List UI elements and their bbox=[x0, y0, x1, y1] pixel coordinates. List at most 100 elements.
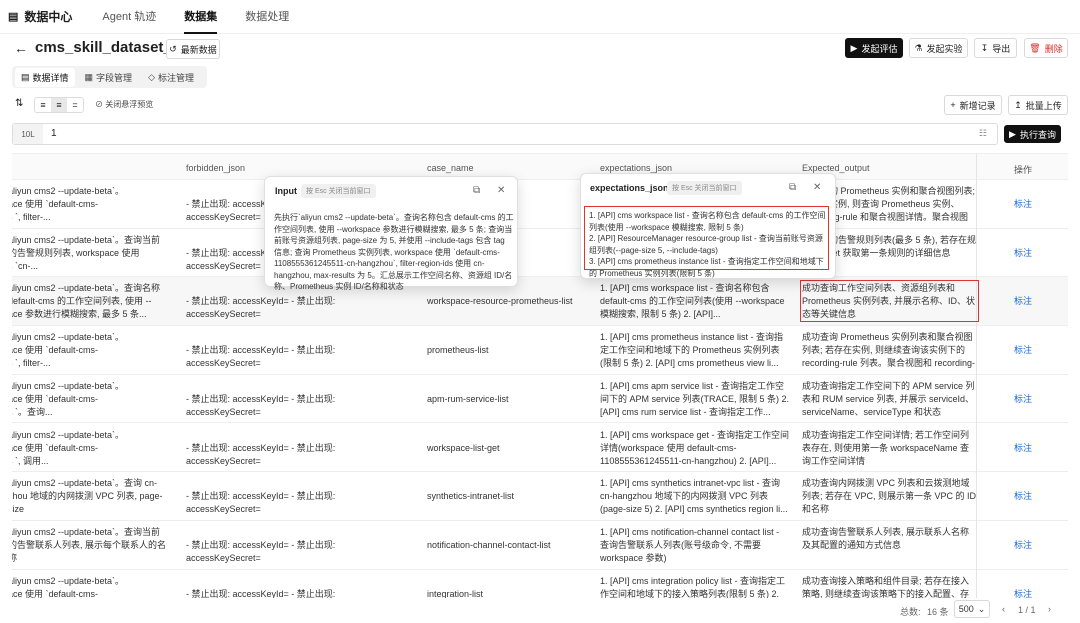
app-logo[interactable]: ▤ 数据中心 bbox=[8, 8, 72, 25]
col-forbidden[interactable]: forbidden_json bbox=[186, 163, 245, 173]
popup-body: 先执行`aliyun cms2 --update-beta`。查询名称包含 de… bbox=[274, 213, 514, 291]
expectations-cell: 1. [API] cms synthetics intranet-vpc lis… bbox=[600, 478, 788, 515]
query-input[interactable]: 10L 1 ☷ bbox=[12, 123, 998, 145]
page-indicator: 1 / 1 bbox=[1018, 605, 1036, 615]
copy-icon[interactable]: ⧉ bbox=[473, 185, 480, 196]
tab-data-detail[interactable]: ▤ 数据详情 bbox=[15, 67, 75, 87]
case-name-cell: integration-list bbox=[427, 588, 484, 598]
expected-output-cell: 成功查询指定工作空间下的 APM service 列表和 RUM service… bbox=[802, 380, 975, 417]
close-icon[interactable]: ✕ bbox=[497, 185, 505, 196]
eye-off-icon: ⊘ bbox=[95, 100, 106, 109]
popup-title: expectations_json bbox=[590, 183, 669, 193]
document-icon: ▤ bbox=[21, 71, 30, 82]
annotate-link[interactable]: 标注 bbox=[1014, 344, 1044, 357]
tab-label-manage[interactable]: ◇ 标注管理 bbox=[142, 68, 200, 87]
tab-field-manage[interactable]: ▦ 字段管理 bbox=[79, 68, 139, 87]
col-actions: 操作 bbox=[1014, 165, 1033, 175]
annotate-link[interactable]: 标注 bbox=[1014, 295, 1044, 308]
page-title: cms_skill_dataset_2 bbox=[35, 39, 181, 56]
annotate-link[interactable]: 标注 bbox=[1014, 588, 1044, 598]
trash-icon: 🗑 bbox=[1029, 42, 1041, 53]
case-name-cell: workspace-resource-prometheus-list bbox=[427, 296, 573, 307]
settings-icon[interactable]: ☷ bbox=[979, 128, 987, 139]
input-cell: aliyun cms2 --update-beta`。 ace 使用 `defa… bbox=[12, 380, 125, 417]
table-row[interactable]: aliyun cms2 --update-beta`。 ace 使用 `defa… bbox=[12, 180, 1068, 229]
forbidden-cell: - 禁止出现: accessKeyId= - 禁止出现: accessKeySe… bbox=[186, 296, 336, 320]
sort-icon[interactable]: ⇅ bbox=[15, 98, 23, 109]
annotate-link[interactable]: 标注 bbox=[1014, 490, 1044, 503]
add-record-button[interactable]: + 新增记录 bbox=[944, 95, 1002, 115]
expected-output-cell: 成功查询 Prometheus 实例列表和聚合视图列表; 若存在实例, 则继续查… bbox=[802, 332, 976, 369]
annotate-link[interactable]: 标注 bbox=[1014, 198, 1044, 211]
nav-tab-processing[interactable]: 数据处理 bbox=[245, 0, 289, 34]
forbidden-cell: - 禁止出现: accessKeyId= - 禁止出现: accessKeySe… bbox=[186, 393, 336, 417]
forbidden-cell: - 禁止出现: accessKeyId= - 禁止出现: accessKeySe… bbox=[186, 588, 336, 598]
start-eval-button[interactable]: ▶ 发起评估 bbox=[845, 38, 903, 58]
batch-upload-button[interactable]: ↥ 批量上传 bbox=[1008, 95, 1068, 115]
export-button[interactable]: ↧ 导出 bbox=[974, 38, 1017, 58]
highlight-box bbox=[800, 280, 979, 322]
close-icon[interactable]: ✕ bbox=[813, 182, 821, 193]
delete-button[interactable]: 🗑 删除 bbox=[1024, 38, 1068, 58]
top-nav: ▤ 数据中心 Agent 轨迹 数据集 数据处理 bbox=[0, 0, 1080, 34]
copy-icon[interactable]: ⧉ bbox=[789, 182, 796, 193]
table-row[interactable]: aliyun cms2 --update-beta`。查询当前 的告警规则列表,… bbox=[12, 229, 1068, 278]
table-row[interactable]: aliyun cms2 --update-beta`。查询 cn- zhou 地… bbox=[12, 472, 1068, 521]
next-page-icon[interactable]: › bbox=[1048, 604, 1051, 614]
expectations-cell: 1. [API] cms apm service list - 查询指定工作空间… bbox=[600, 380, 790, 417]
forbidden-cell: - 禁止出现: accessKeyId= - 禁止出现: accessKeySe… bbox=[186, 442, 336, 466]
page-size-select[interactable]: 500 ⌄ bbox=[954, 600, 990, 618]
title-bar: ← cms_skill_dataset_2 ↺ 最新数据 ▶ 发起评估 ⚗ 发起实验 … bbox=[0, 38, 1080, 60]
start-experiment-button[interactable]: ⚗ 发起实验 bbox=[909, 38, 968, 58]
density-medium-icon[interactable]: ≡ bbox=[51, 98, 67, 112]
annotate-link[interactable]: 标注 bbox=[1014, 539, 1044, 552]
input-cell: aliyun cms2 --update-beta`。查询名称 default-… bbox=[12, 283, 161, 320]
table-row[interactable]: aliyun cms2 --update-beta`。 ace 使用 `defa… bbox=[12, 424, 1068, 473]
highlight-box bbox=[584, 206, 829, 270]
query-lang-badge: 10L bbox=[13, 124, 43, 144]
forbidden-cell: - 禁止出现: accessKeyId= - 禁止出现: accessKeySe… bbox=[186, 345, 336, 369]
density-compact-icon[interactable]: ≡ bbox=[35, 98, 51, 112]
back-arrow-icon[interactable]: ← bbox=[14, 40, 28, 56]
row-density-group: ≡ ≡ = bbox=[34, 97, 84, 113]
table-header: forbidden_json case_name expectations_js… bbox=[12, 154, 1068, 180]
case-name-cell: workspace-list-get bbox=[427, 442, 500, 453]
density-loose-icon[interactable]: = bbox=[67, 98, 83, 112]
history-icon: ↺ bbox=[169, 43, 177, 54]
col-case-name[interactable]: case_name bbox=[427, 163, 474, 173]
popup-hint: 按 Esc 关闭当前窗口 bbox=[667, 181, 742, 195]
forbidden-cell: - 禁止出现: accessKeyId= - 禁止出现: accessKeySe… bbox=[186, 539, 336, 563]
nav-tab-dataset[interactable]: 数据集 bbox=[184, 0, 218, 34]
table-row[interactable]: aliyun cms2 --update-beta`。 ace 使用 `defa… bbox=[12, 326, 1068, 375]
tag-icon: ◇ bbox=[148, 71, 155, 82]
latest-data-button[interactable]: ↺ 最新数据 bbox=[166, 39, 220, 59]
nav-tab-agent[interactable]: Agent 轨迹 bbox=[102, 0, 156, 34]
table-row[interactable]: aliyun cms2 --update-beta`。 ace 使用 `defa… bbox=[12, 375, 1068, 424]
query-value: 1 bbox=[51, 128, 57, 139]
input-cell: aliyun cms2 --update-beta`。 ace 使用 `defa… bbox=[12, 332, 125, 369]
sub-tabs: ▤ 数据详情 ▦ 字段管理 ◇ 标注管理 bbox=[12, 66, 207, 88]
table-row[interactable]: aliyun cms2 --update-beta`。查询当前 的告警联系人列表… bbox=[12, 521, 1068, 570]
annotate-link[interactable]: 标注 bbox=[1014, 442, 1044, 455]
annotate-link[interactable]: 标注 bbox=[1014, 393, 1044, 406]
database-icon: ▤ bbox=[8, 11, 19, 23]
plus-icon: + bbox=[950, 100, 956, 110]
column-divider bbox=[976, 154, 977, 598]
run-query-button[interactable]: ▶ 执行查询 bbox=[1004, 125, 1061, 143]
table-row[interactable]: aliyun cms2 --update-beta`。 ace 使用 `defa… bbox=[12, 570, 1068, 598]
table-icon: ▦ bbox=[84, 71, 94, 82]
popup-hint: 按 Esc 关闭当前窗口 bbox=[301, 184, 376, 198]
hover-preview-toggle[interactable]: ⊘ 关闭悬浮预览 bbox=[95, 99, 153, 110]
expectations-cell: 1. [API] cms integration policy list - 查… bbox=[600, 575, 786, 598]
input-cell: aliyun cms2 --update-beta`。 ace 使用 `defa… bbox=[12, 186, 125, 222]
col-expected-output[interactable]: Expected_output bbox=[802, 163, 870, 173]
table-toolbar: ⇅ ≡ ≡ = ⊘ 关闭悬浮预览 + 新增记录 ↥ 批量上传 bbox=[12, 94, 1068, 116]
case-name-cell: prometheus-list bbox=[427, 345, 489, 356]
col-expectations[interactable]: expectations_json bbox=[600, 163, 672, 173]
play-icon: ▶ bbox=[850, 42, 858, 53]
annotate-link[interactable]: 标注 bbox=[1014, 247, 1044, 260]
app-name: 数据中心 bbox=[24, 10, 73, 24]
play-icon: ▶ bbox=[1009, 128, 1016, 139]
prev-page-icon[interactable]: ‹ bbox=[1002, 604, 1005, 614]
pagination: 总数: 16 条 500 ⌄ ‹ 1 / 1 › bbox=[12, 600, 1068, 620]
